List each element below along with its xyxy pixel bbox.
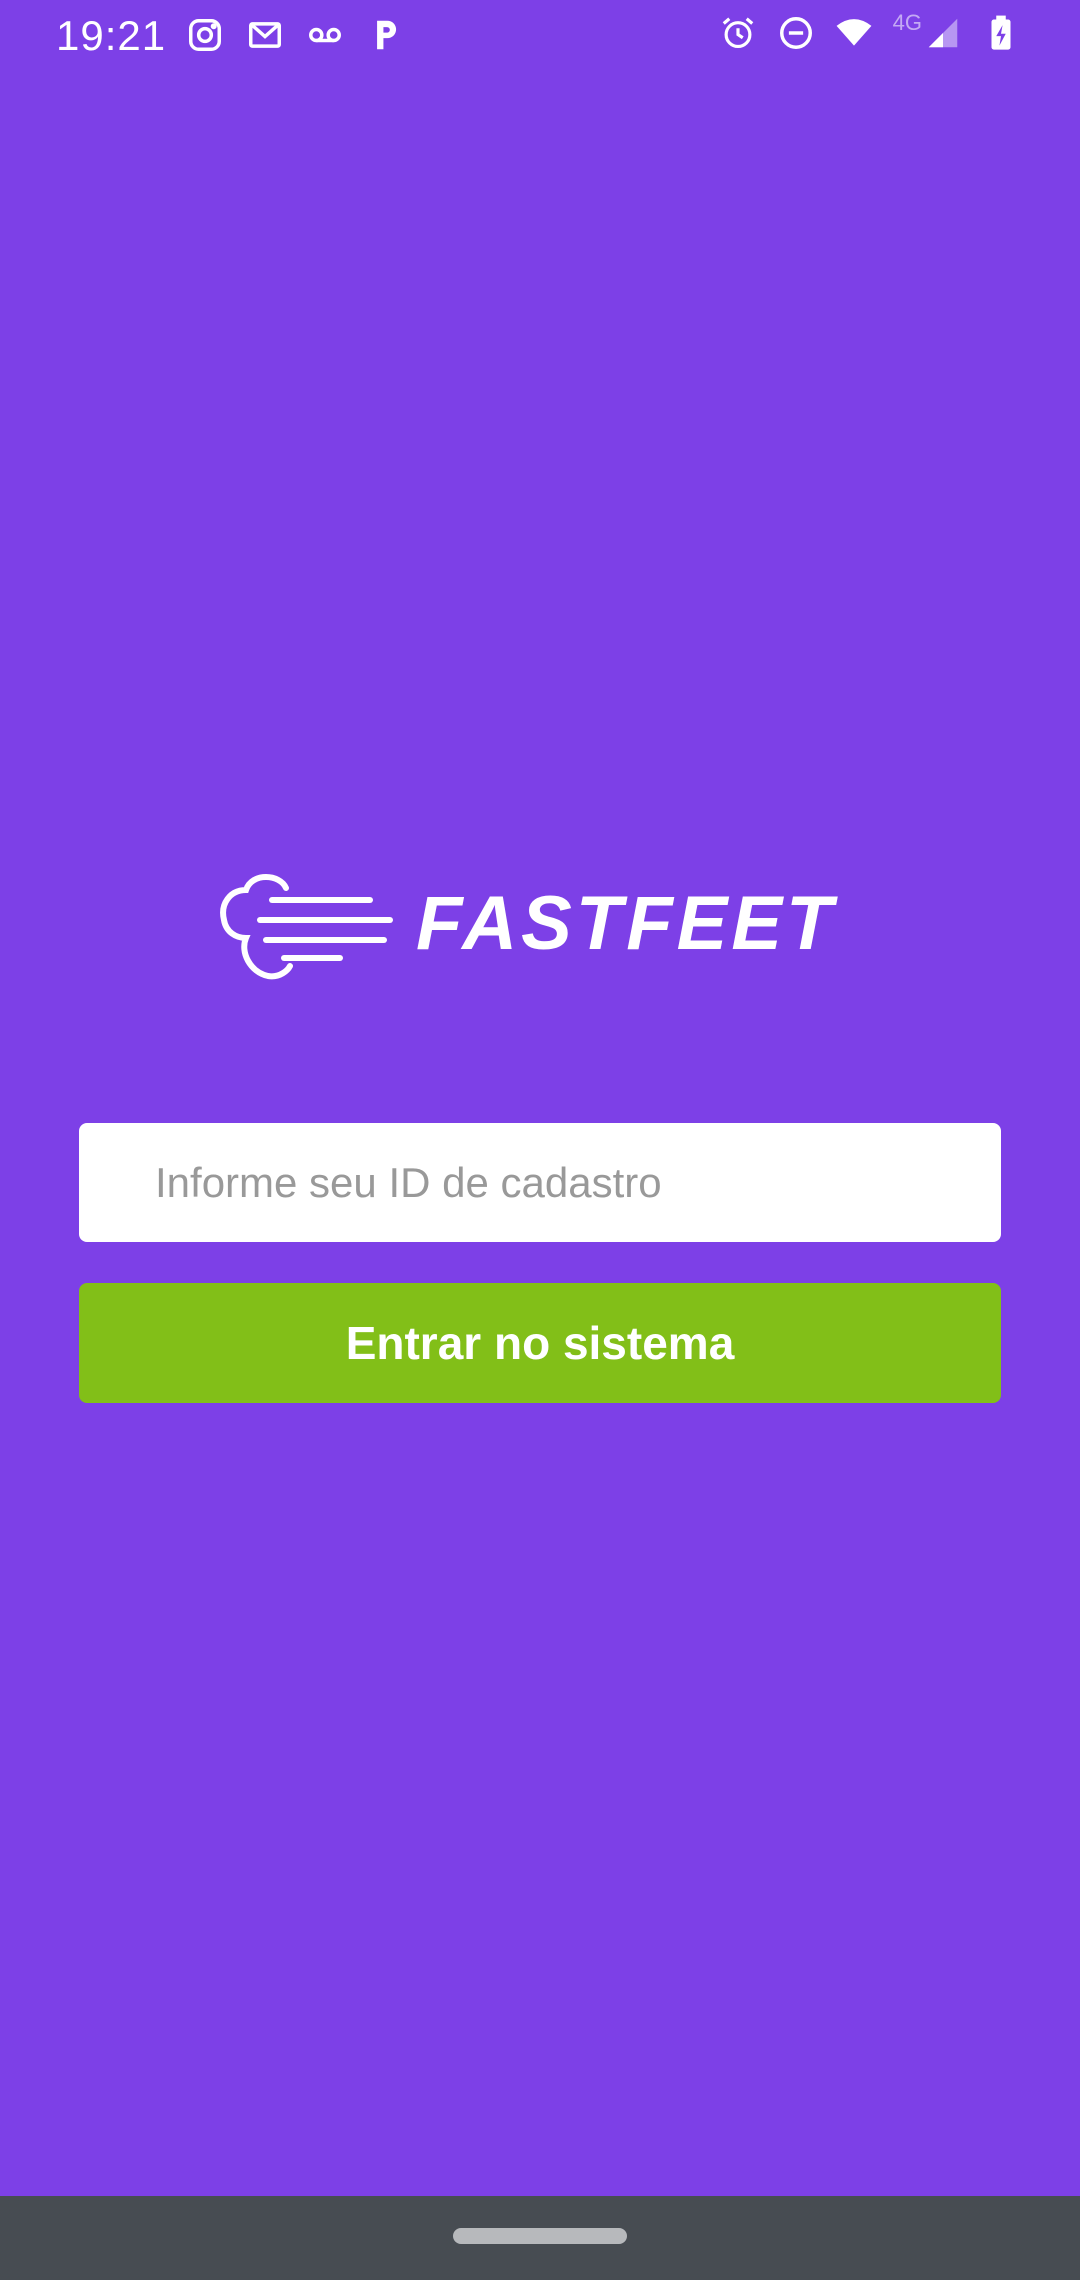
fastfeet-logo: FASTFEET [220,870,860,982]
voicemail-icon [309,27,341,43]
notification-icons [186,16,404,54]
network-type-label: 4G [892,10,922,35]
gmail-icon [249,22,281,48]
wind-cloud-icon [220,874,393,980]
p-app-icon [377,20,397,50]
id-input[interactable] [79,1123,1001,1242]
status-time: 19:21 [56,12,167,59]
logo-text: FASTFEET [416,881,837,966]
wifi-icon [836,19,872,46]
do-not-disturb-icon [779,17,812,49]
battery-charging-icon [991,15,1011,50]
login-button[interactable]: Entrar no sistema [79,1283,1001,1403]
alarm-icon [722,17,753,49]
home-gesture-handle[interactable] [453,2228,627,2244]
system-icons: 4G [719,10,1020,52]
cellular-icon [928,18,958,48]
status-bar: 19:21 4G [0,0,1080,72]
navigation-bar [0,2196,1080,2280]
instagram-icon [189,19,221,51]
